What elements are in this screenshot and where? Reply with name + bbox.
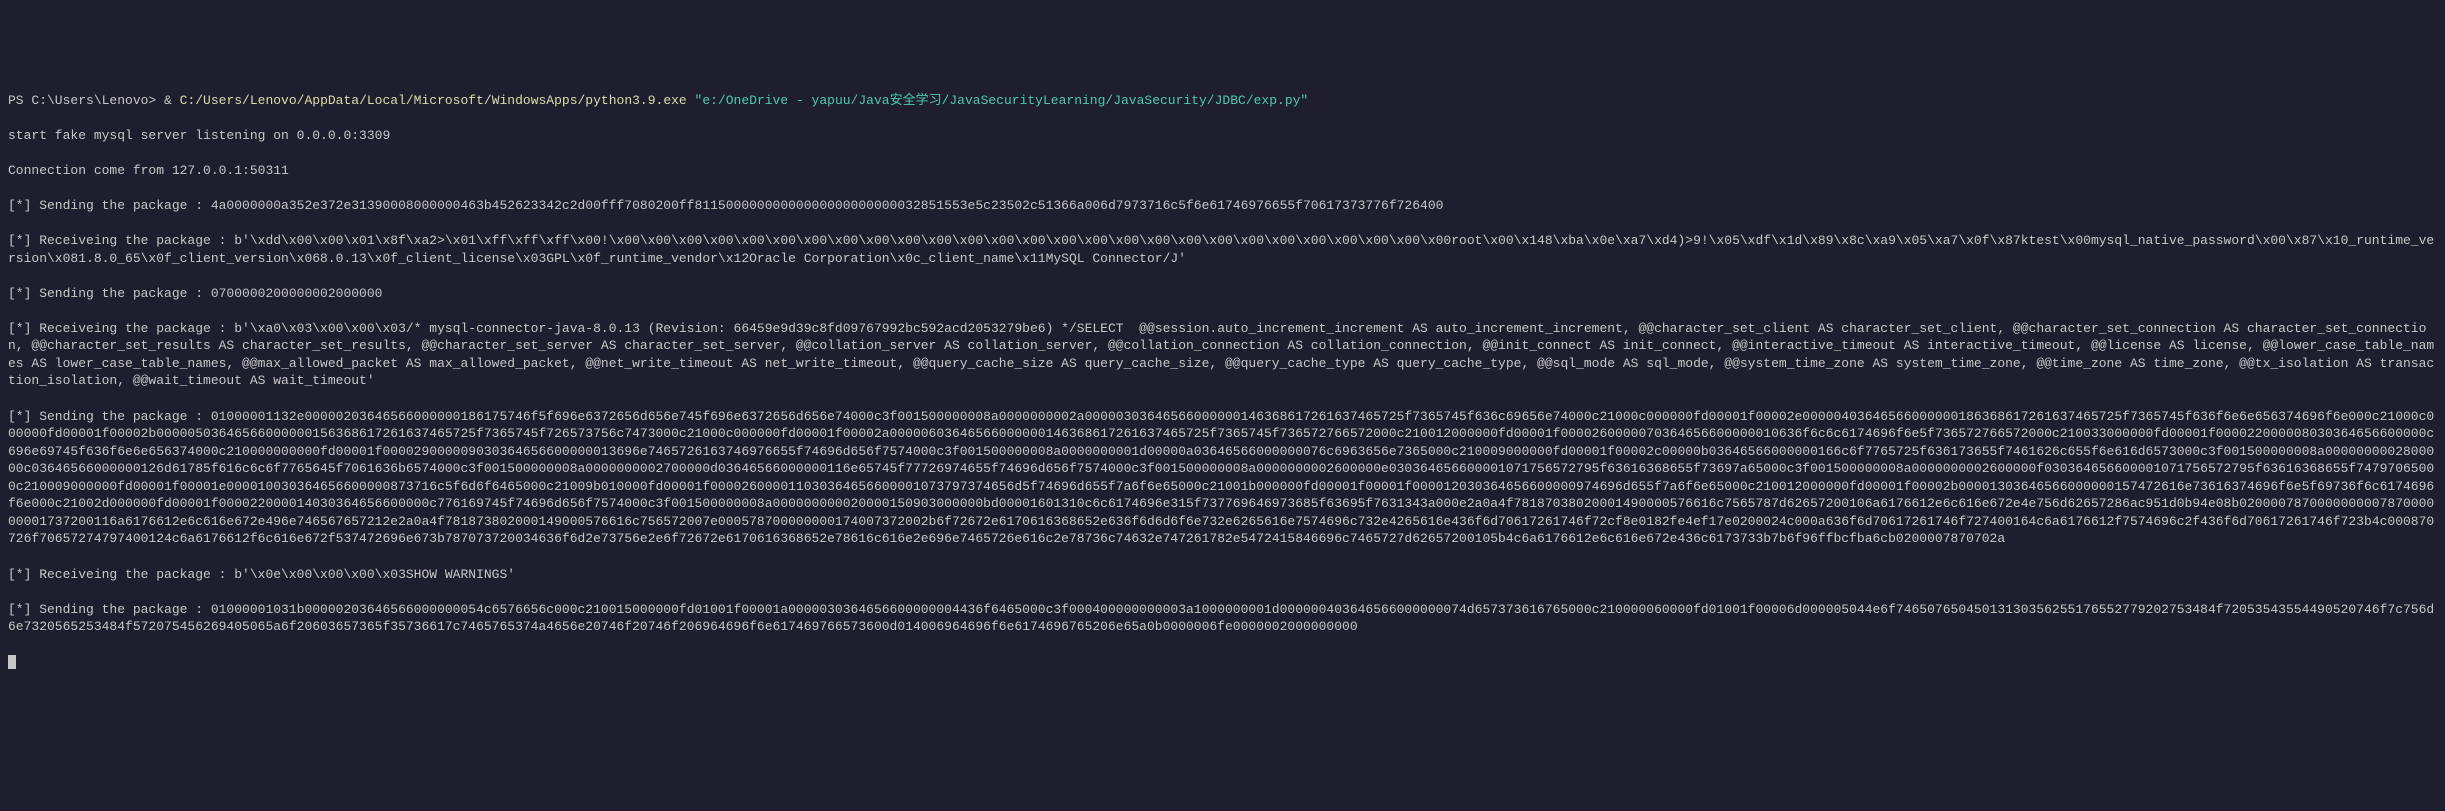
terminal-output[interactable]: PS C:\Users\Lenovo> & C:/Users/Lenovo/Ap… [8,74,2437,688]
output-line: [*] Receiveing the package : b'\xa0\x03\… [8,320,2437,390]
python-exe-path: C:/Users/Lenovo/AppData/Local/Microsoft/… [180,93,687,108]
script-path: "e:/OneDrive - yapuu/Java安全学习/JavaSecuri… [687,93,1309,108]
cursor [8,655,16,669]
output-line: [*] Sending the package : 07000002000000… [8,285,2437,303]
command-line: PS C:\Users\Lenovo> & C:/Users/Lenovo/Ap… [8,92,2437,110]
output-line: [*] Sending the package : 01000001031b00… [8,601,2437,636]
output-line: [*] Receiveing the package : b'\xdd\x00\… [8,232,2437,267]
cursor-line [8,653,2437,671]
output-line: [*] Receiveing the package : b'\x0e\x00\… [8,566,2437,584]
output-line: [*] Sending the package : 01000001132e00… [8,408,2437,548]
ps-prompt: PS C:\Users\Lenovo> & [8,93,180,108]
output-line: start fake mysql server listening on 0.0… [8,127,2437,145]
output-line: [*] Sending the package : 4a0000000a352e… [8,197,2437,215]
output-line: Connection come from 127.0.0.1:50311 [8,162,2437,180]
